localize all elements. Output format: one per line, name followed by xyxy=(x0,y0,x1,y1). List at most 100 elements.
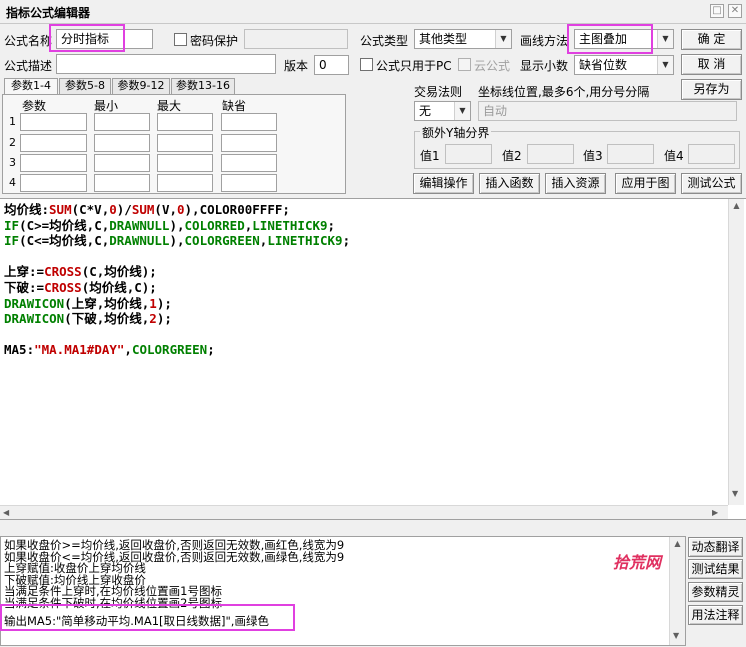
version-label: 版本 xyxy=(284,59,309,73)
param-cell-r2-c1[interactable] xyxy=(20,134,87,152)
param-cell-r3-c1[interactable] xyxy=(20,154,87,172)
coord-line-label: 坐标线位置,最多6个,用分号分隔 xyxy=(478,85,650,99)
password-checkbox[interactable] xyxy=(174,33,187,46)
window-title: 指标公式编辑器 xyxy=(6,6,91,20)
param-cell-r4-c4[interactable] xyxy=(221,174,277,192)
scroll-down-icon[interactable]: ▼ xyxy=(673,631,679,640)
param-cell-r1-c4[interactable] xyxy=(221,113,277,131)
code-token: (C>=均价线,C, xyxy=(19,217,110,233)
cloud-checkbox[interactable] xyxy=(458,58,471,71)
insert-resource-button[interactable]: 插入资源 xyxy=(545,173,606,194)
version-input[interactable]: 0 xyxy=(314,55,349,75)
edit-ops-button[interactable]: 编辑操作 xyxy=(413,173,474,194)
decimal-select[interactable]: 缺省位数 ▼ xyxy=(574,55,674,75)
pc-only-checkbox[interactable] xyxy=(360,58,373,71)
formula-desc-label: 公式描述 xyxy=(4,59,53,73)
param-cell-r1-c3[interactable] xyxy=(157,113,213,131)
editor-horizontal-scrollbar[interactable]: ◀ ▶ xyxy=(0,505,728,519)
chevron-down-icon: ▼ xyxy=(657,56,673,74)
code-line[interactable]: MA5:"MA.MA1#DAY",COLORGREEN; xyxy=(4,342,350,358)
code-token: MA5: xyxy=(4,342,35,358)
description-scrollbar[interactable]: ▲ xyxy=(669,537,685,645)
code-line[interactable]: IF(C<=均价线,C,DRAWNULL),COLORGREEN,LINETHI… xyxy=(4,233,350,249)
param-cell-r3-c3[interactable] xyxy=(157,154,213,172)
test-formula-button[interactable]: 测试公式 xyxy=(681,173,742,194)
formula-type-select[interactable]: 其他类型 ▼ xyxy=(414,29,512,49)
scroll-up-icon[interactable]: ▲ xyxy=(670,539,685,548)
insert-function-button[interactable]: 插入函数 xyxy=(479,173,540,194)
code-token: DRAWNULL xyxy=(109,217,170,233)
yaxis-value1-input[interactable] xyxy=(445,144,492,164)
param-cell-r3-c2[interactable] xyxy=(94,154,150,172)
param-cell-r1-c1[interactable] xyxy=(20,113,87,131)
param-cell-r3-c4[interactable] xyxy=(221,154,277,172)
param-cell-r4-c3[interactable] xyxy=(157,174,213,192)
code-token: )/ xyxy=(116,202,132,217)
code-line[interactable] xyxy=(4,249,350,265)
maximize-icon[interactable]: □ xyxy=(710,4,724,18)
usage-notes-button[interactable]: 用法注释 xyxy=(688,605,743,625)
param-cell-r4-c2[interactable] xyxy=(94,174,150,192)
param-cell-r2-c4[interactable] xyxy=(221,134,277,152)
param-header-min: 最小 xyxy=(94,99,119,113)
code-editor[interactable]: 均价线:SUM(C*V,0)/SUM(V,0),COLOR00FFFF; IF(C… xyxy=(0,198,746,520)
code-token: ; xyxy=(327,217,336,233)
code-line[interactable]: IF(C>=均价线,C,DRAWNULL),COLORRED,LINETHICK… xyxy=(4,218,350,234)
tab-params-1-4[interactable]: 参数1-4 xyxy=(4,78,58,95)
param-cell-r2-c3[interactable] xyxy=(157,134,213,152)
tab-params-9-12[interactable]: 参数9-12 xyxy=(112,78,170,94)
code-token: , xyxy=(124,342,132,358)
code-line[interactable] xyxy=(4,327,350,343)
scroll-down-icon[interactable]: ▼ xyxy=(732,489,738,498)
formula-name-label: 公式名称 xyxy=(4,34,53,48)
code-token: LINETHICK9 xyxy=(267,233,343,249)
yaxis-value3-input[interactable] xyxy=(607,144,654,164)
yaxis-value2-label: 值2 xyxy=(502,149,522,163)
code-line[interactable]: DRAWICON(下破,均价线,2); xyxy=(4,311,350,327)
apply-chart-button[interactable]: 应用于图 xyxy=(615,173,676,194)
code-line[interactable]: 下破:=CROSS(均价线,C); xyxy=(4,280,350,296)
scroll-right-icon[interactable]: ▶ xyxy=(712,508,718,517)
code-token: DRAWICON xyxy=(4,295,65,311)
tab-params-5-8[interactable]: 参数5-8 xyxy=(59,78,111,94)
code-line[interactable]: DRAWICON(上穿,均价线,1); xyxy=(4,296,350,312)
scroll-up-icon[interactable]: ▲ xyxy=(729,201,744,210)
cancel-button[interactable]: 取 消 xyxy=(681,54,742,75)
code-line[interactable]: 均价线:SUM(C*V,0)/SUM(V,0),COLOR00FFFF; xyxy=(4,202,350,218)
tab-params-13-16[interactable]: 参数13-16 xyxy=(171,78,235,94)
formula-type-value: 其他类型 xyxy=(419,32,468,46)
close-icon[interactable]: ✕ xyxy=(728,4,742,18)
code-token: (V, xyxy=(154,202,177,217)
param-cell-r4-c1[interactable] xyxy=(20,174,87,192)
password-input[interactable] xyxy=(244,29,348,49)
test-result-button[interactable]: 测试结果 xyxy=(688,559,743,579)
code-token: 0 xyxy=(177,202,185,217)
yaxis-value4-input[interactable] xyxy=(688,144,735,164)
dynamic-translate-button[interactable]: 动态翻译 xyxy=(688,537,743,557)
cloud-label: 云公式 xyxy=(474,59,511,73)
param-header-max: 最大 xyxy=(157,99,182,113)
param-cell-r2-c2[interactable] xyxy=(94,134,150,152)
formula-desc-input[interactable] xyxy=(56,54,276,74)
code-token: ; xyxy=(207,342,215,358)
param-wizard-button[interactable]: 参数精灵 xyxy=(688,582,743,602)
name-highlight-box xyxy=(49,24,125,52)
ok-button[interactable]: 确 定 xyxy=(681,29,742,50)
param-header-name: 参数 xyxy=(22,99,47,113)
code-token: 上穿:= xyxy=(4,264,45,280)
code-line[interactable]: 上穿:=CROSS(C,均价线); xyxy=(4,264,350,280)
yaxis-value1-label: 值1 xyxy=(420,149,440,163)
coord-line-input[interactable]: 自动 xyxy=(478,101,737,121)
editor-vertical-scrollbar[interactable]: ▲ xyxy=(728,199,744,505)
save-as-button[interactable]: 另存为 xyxy=(681,79,742,100)
scroll-left-icon[interactable]: ◀ xyxy=(3,508,9,517)
code-token: ); xyxy=(156,295,172,311)
code-token: CROSS xyxy=(44,264,82,280)
code-token: ), xyxy=(169,233,185,249)
trade-rule-select[interactable]: 无 ▼ xyxy=(414,101,471,121)
yaxis-value2-input[interactable] xyxy=(527,144,574,164)
param-cell-r1-c2[interactable] xyxy=(94,113,150,131)
code-content[interactable]: 均价线:SUM(C*V,0)/SUM(V,0),COLOR00FFFF; IF(C… xyxy=(4,202,350,358)
trade-rule-value: 无 xyxy=(419,104,432,118)
yaxis-group-title: 额外Y轴分界 xyxy=(420,124,492,141)
